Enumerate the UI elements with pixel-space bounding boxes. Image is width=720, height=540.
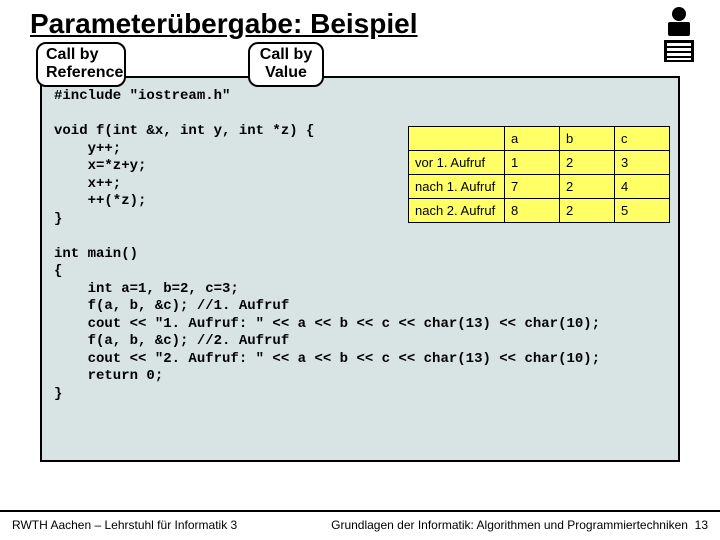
footer-right-text: Grundlagen der Informatik: Algorithmen u… (331, 518, 688, 532)
page-number: 13 (695, 518, 708, 532)
table-row: nach 1. Aufruf 7 2 4 (409, 175, 670, 199)
trace-table: a b c vor 1. Aufruf 1 2 3 nach 1. Aufruf… (408, 126, 670, 223)
rwth-logo-icon (656, 6, 702, 62)
table-cell: 2 (560, 151, 615, 175)
table-cell: 3 (615, 151, 670, 175)
table-header: a (505, 127, 560, 151)
call-by-value-label: Call byValue (248, 42, 324, 87)
table-cell: 2 (560, 199, 615, 223)
page-title: Parameterübergabe: Beispiel (30, 8, 418, 40)
table-cell: 5 (615, 199, 670, 223)
call-by-reference-label: Call byReference (36, 42, 126, 87)
table-cell: 7 (505, 175, 560, 199)
table-header (409, 127, 505, 151)
table-cell: nach 2. Aufruf (409, 199, 505, 223)
table-cell: 4 (615, 175, 670, 199)
table-cell: nach 1. Aufruf (409, 175, 505, 199)
table-header: b (560, 127, 615, 151)
footer-divider (0, 510, 720, 512)
table-cell: 2 (560, 175, 615, 199)
table-header-row: a b c (409, 127, 670, 151)
table-row: vor 1. Aufruf 1 2 3 (409, 151, 670, 175)
table-row: nach 2. Aufruf 8 2 5 (409, 199, 670, 223)
table-header: c (615, 127, 670, 151)
table-cell: 8 (505, 199, 560, 223)
footer-left-text: RWTH Aachen – Lehrstuhl für Informatik 3 (12, 518, 237, 532)
table-cell: vor 1. Aufruf (409, 151, 505, 175)
table-cell: 1 (505, 151, 560, 175)
slide: Parameterübergabe: Beispiel #include "io… (0, 0, 720, 540)
footer-right: Grundlagen der Informatik: Algorithmen u… (331, 518, 708, 532)
